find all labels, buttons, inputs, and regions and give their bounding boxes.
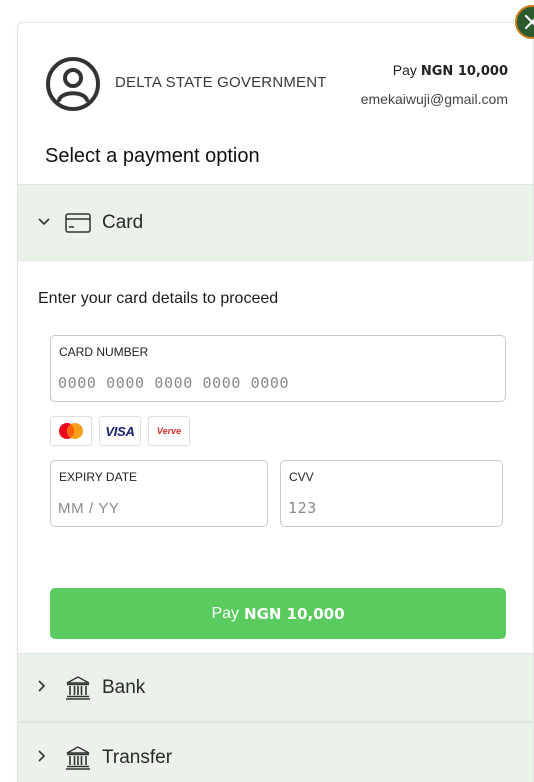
card-form-prompt: Enter your card details to proceed xyxy=(38,290,279,307)
payment-modal: DELTA STATE GOVERNMENT Pay NGN 10,000 eme… xyxy=(17,22,534,782)
visa-logo: VISA xyxy=(99,416,141,446)
option-card[interactable]: Card xyxy=(18,184,533,261)
verve-logo: Verve xyxy=(148,416,190,446)
card-number-input[interactable] xyxy=(58,372,497,394)
option-card-label: Card xyxy=(102,211,144,233)
option-bank[interactable]: Bank xyxy=(18,653,533,722)
credit-card-icon xyxy=(64,211,92,235)
merchant-name: DELTA STATE GOVERNMENT xyxy=(115,74,327,91)
option-transfer[interactable]: Transfer xyxy=(18,722,533,782)
verve-logo-text: Verve xyxy=(156,426,182,436)
pay-amount: NGN 10,000 xyxy=(420,64,508,79)
pay-button[interactable]: Pay NGN 10,000 xyxy=(50,588,506,639)
payment-amount-summary: Pay NGN 10,000 xyxy=(393,62,508,79)
mastercard-logo xyxy=(50,416,92,446)
pay-button-label: Pay xyxy=(211,604,240,622)
customer-email: emekaiwuji@gmail.com xyxy=(360,91,508,107)
card-brand-logos: VISA Verve xyxy=(50,416,190,446)
option-bank-label: Bank xyxy=(102,676,146,698)
cvv-input[interactable] xyxy=(288,497,494,519)
option-transfer-label: Transfer xyxy=(102,746,173,768)
card-number-label: CARD NUMBER xyxy=(59,345,149,359)
payment-header: DELTA STATE GOVERNMENT Pay NGN 10,000 eme… xyxy=(18,23,533,183)
bank-building-icon xyxy=(64,675,92,700)
expiry-date-label: EXPIRY DATE xyxy=(59,470,138,484)
user-circle-icon xyxy=(44,55,102,113)
visa-logo-text: VISA xyxy=(105,423,135,439)
chevron-right-icon xyxy=(38,749,52,766)
cvv-label: CVV xyxy=(289,470,314,484)
section-title: Select a payment option xyxy=(45,145,260,167)
cvv-field[interactable]: CVV xyxy=(280,460,503,527)
expiry-date-input[interactable] xyxy=(58,497,259,519)
bank-building-icon xyxy=(64,745,92,770)
pay-button-amount: NGN 10,000 xyxy=(244,604,345,623)
card-form: Enter your card details to proceed CARD … xyxy=(18,261,533,653)
card-number-field[interactable]: CARD NUMBER xyxy=(50,335,506,402)
chevron-right-icon xyxy=(38,679,52,696)
expiry-date-field[interactable]: EXPIRY DATE xyxy=(50,460,268,527)
pay-label: Pay xyxy=(392,62,417,78)
chevron-down-icon xyxy=(38,215,52,230)
